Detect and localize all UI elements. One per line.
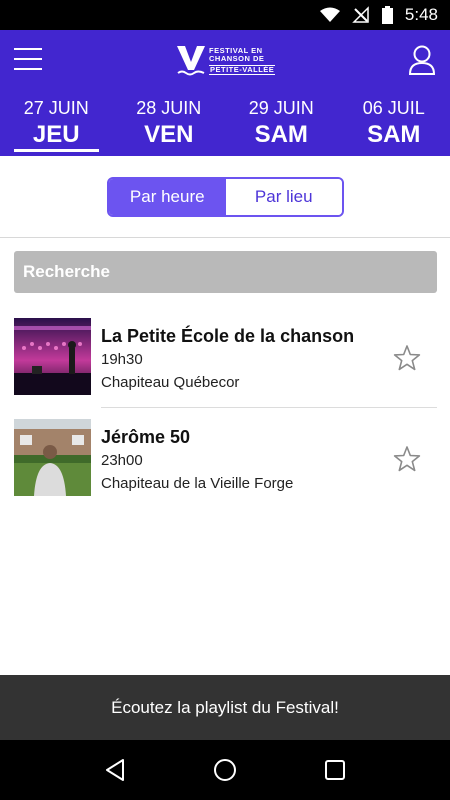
event-place: Chapiteau Québecor (101, 374, 240, 391)
event-thumbnail (14, 419, 91, 496)
tab-day-label: SAM (367, 121, 421, 148)
festival-logo: FESTIVAL EN CHANSON DE PETITE-VALLÉE (176, 44, 276, 78)
star-icon[interactable] (393, 445, 421, 473)
search-input[interactable]: Recherche (14, 251, 437, 293)
tab-date-2[interactable]: 28 JUIN VEN (113, 90, 226, 156)
event-title: Jérôme 50 (101, 427, 191, 447)
event-place: Chapiteau de la Vieille Forge (101, 475, 294, 492)
star-icon[interactable] (393, 344, 421, 372)
tab-day-label: JEU (32, 121, 80, 148)
home-icon[interactable] (210, 755, 240, 785)
user-icon[interactable] (408, 44, 436, 76)
view-toggle: Par heure Par lieu (107, 177, 344, 217)
event-item[interactable]: La Petite École de la chanson 19h30 Chap… (14, 318, 437, 396)
by-place-button[interactable]: Par lieu (225, 179, 342, 215)
tab-date-label: 06 JUIL (362, 98, 425, 118)
no-signal-icon (352, 6, 369, 23)
selected-tab-indicator (14, 149, 99, 152)
battery-icon (381, 6, 393, 24)
back-icon[interactable] (100, 755, 130, 785)
tab-day-label: SAM (254, 121, 308, 148)
app-bar: FESTIVAL EN CHANSON DE PETITE-VALLÉE (0, 30, 450, 90)
playlist-label: Écoutez la playlist du Festival! (111, 697, 339, 717)
tab-date-label: 27 JUIN (23, 98, 89, 118)
event-time: 19h30 (101, 351, 143, 368)
list-divider (101, 407, 437, 408)
search-placeholder: Recherche (23, 262, 110, 281)
date-tabs: 27 JUIN JEU 28 JUIN VEN 29 JUIN SAM 06 J… (0, 90, 450, 156)
logo-mark-icon (177, 46, 205, 76)
system-nav-bar (0, 740, 450, 800)
event-thumbnail (14, 318, 91, 395)
hamburger-icon[interactable] (14, 48, 42, 74)
tab-date-3[interactable]: 29 JUIN SAM (225, 90, 338, 156)
tab-date-1[interactable]: 27 JUIN JEU (0, 90, 113, 156)
tab-date-label: 29 JUIN (248, 98, 314, 118)
divider (0, 237, 450, 238)
status-bar: 5:48 (0, 0, 450, 30)
tab-date-label: 28 JUIN (136, 98, 202, 118)
tab-day-label: VEN (144, 121, 194, 148)
event-title: La Petite École de la chanson (101, 326, 355, 346)
event-time: 23h00 (101, 452, 143, 469)
tab-date-4[interactable]: 06 JUIL SAM (338, 90, 450, 156)
event-item[interactable]: Jérôme 50 23h00 Chapiteau de la Vieille … (14, 419, 437, 497)
playlist-button[interactable]: Écoutez la playlist du Festival! (0, 675, 450, 740)
recents-icon[interactable] (320, 755, 350, 785)
logo-line-2: CHANSON DE (209, 54, 265, 64)
by-hour-button[interactable]: Par heure (109, 179, 226, 215)
logo-line-3: PETITE-VALLÉE (209, 64, 276, 76)
status-time: 5:48 (404, 5, 438, 24)
wifi-icon (319, 7, 340, 22)
